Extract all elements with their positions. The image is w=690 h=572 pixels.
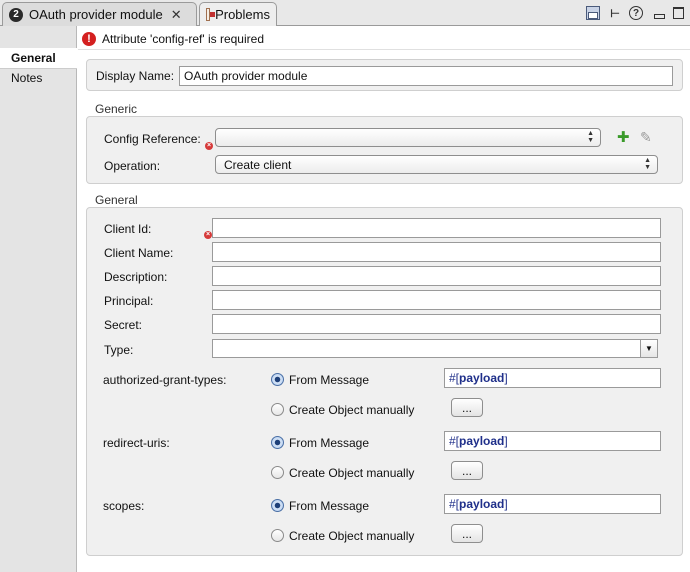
nav-item-general[interactable]: General <box>0 48 77 69</box>
authorized-grant-types-edit-button[interactable]: ... <box>451 398 483 417</box>
radio-label: From Message <box>289 373 370 387</box>
radio-label: From Message <box>289 499 370 513</box>
description-input[interactable] <box>212 266 661 286</box>
validation-error-bar: ! Attribute 'config-ref' is required <box>78 28 690 50</box>
operation-select[interactable]: Create client ▲ ▼ <box>215 155 658 174</box>
authorized-grant-types-manual-radio[interactable] <box>271 403 284 416</box>
display-name-input[interactable]: OAuth provider module <box>179 66 673 86</box>
radio-label: Create Object manually <box>289 529 415 543</box>
help-icon[interactable]: ? <box>629 6 643 20</box>
scopes-label: scopes: <box>103 499 145 513</box>
authorized-grant-types-expression-input[interactable]: #[payload] <box>444 368 661 388</box>
redirect-uris-expression-input[interactable]: #[payload] <box>444 431 661 451</box>
add-icon[interactable]: ✚ <box>617 128 630 146</box>
tab-oauth-provider-module[interactable]: 2 OAuth provider module ✕ <box>2 2 197 26</box>
dirty-count-badge: 2 <box>9 7 23 22</box>
client-name-label: Client Name: <box>104 246 174 260</box>
radio-label: Create Object manually <box>289 466 415 480</box>
tab-label: Problems <box>215 7 270 22</box>
expr-prefix: #[ <box>449 497 460 511</box>
expr-keyword: payload <box>459 371 505 385</box>
tab-problems[interactable]: Problems <box>199 2 277 26</box>
chevron-down-icon[interactable]: ▼ <box>640 339 658 358</box>
radio-label: From Message <box>289 436 370 450</box>
expr-prefix: #[ <box>449 434 460 448</box>
operation-value: Create client <box>224 157 292 172</box>
updown-arrows-icon: ▲ ▼ <box>644 157 651 171</box>
redirect-uris-label: redirect-uris: <box>103 436 170 450</box>
generic-section-title: Generic <box>95 102 138 116</box>
config-reference-label: Config Reference: <box>104 132 201 146</box>
secret-label: Secret: <box>104 318 143 332</box>
client-name-input[interactable] <box>212 242 661 262</box>
scopes-expression-input[interactable]: #[payload] <box>444 494 661 514</box>
generic-box: Config Reference: × ▲ ▼ ✚ ✎ Operation: Cr… <box>86 116 683 184</box>
expr-keyword: payload <box>459 497 505 511</box>
redirect-uris-edit-button[interactable]: ... <box>451 461 483 480</box>
display-name-box: Display Name: OAuth provider module <box>86 59 683 91</box>
problems-icon <box>206 8 216 21</box>
scopes-from-message-radio[interactable] <box>271 499 284 512</box>
expr-keyword: payload <box>459 434 505 448</box>
required-marker-icon: × <box>205 142 213 150</box>
minimize-icon[interactable] <box>652 6 666 20</box>
edit-icon[interactable]: ✎ <box>640 129 652 146</box>
client-id-label: Client Id: <box>104 222 152 236</box>
outline-icon[interactable]: ⊢ <box>608 6 622 20</box>
expr-suffix: ] <box>504 434 508 448</box>
general-box: Client Id: × Client Name: Description: P… <box>86 207 683 556</box>
error-message: Attribute 'config-ref' is required <box>102 31 264 46</box>
scopes-edit-button[interactable]: ... <box>451 524 483 543</box>
maximize-icon[interactable] <box>671 6 685 20</box>
expr-prefix: #[ <box>449 371 460 385</box>
expr-suffix: ] <box>504 371 508 385</box>
type-label: Type: <box>104 343 134 357</box>
redirect-uris-manual-radio[interactable] <box>271 466 284 479</box>
expr-suffix: ] <box>504 497 508 511</box>
operation-label: Operation: <box>104 159 161 173</box>
description-label: Description: <box>104 270 168 284</box>
required-marker-icon: × <box>204 231 212 239</box>
save-icon[interactable] <box>586 6 600 20</box>
editor-tab-bar: 2 OAuth provider module ✕ Problems ⊢ ? <box>0 0 690 26</box>
secret-input[interactable] <box>212 314 661 334</box>
authorized-grant-types-from-message-radio[interactable] <box>271 373 284 386</box>
section-nav <box>0 26 77 572</box>
close-icon[interactable]: ✕ <box>171 7 182 23</box>
properties-panel: Display Name: OAuth provider module Gene… <box>78 50 690 572</box>
principal-label: Principal: <box>104 294 154 308</box>
type-combobox[interactable] <box>212 339 658 358</box>
authorized-grant-types-label: authorized-grant-types: <box>103 373 227 387</box>
error-icon: ! <box>82 31 96 46</box>
radio-label: Create Object manually <box>289 403 415 417</box>
nav-item-notes[interactable]: Notes <box>0 67 77 88</box>
principal-input[interactable] <box>212 290 661 310</box>
general-section-title: General <box>95 193 138 207</box>
tab-label: OAuth provider module <box>29 7 163 22</box>
client-id-input[interactable] <box>212 218 661 238</box>
display-name-label: Display Name: <box>96 69 175 83</box>
updown-arrows-icon: ▲ ▼ <box>587 130 594 144</box>
redirect-uris-from-message-radio[interactable] <box>271 436 284 449</box>
scopes-manual-radio[interactable] <box>271 529 284 542</box>
config-reference-select[interactable]: ▲ ▼ <box>215 128 601 147</box>
